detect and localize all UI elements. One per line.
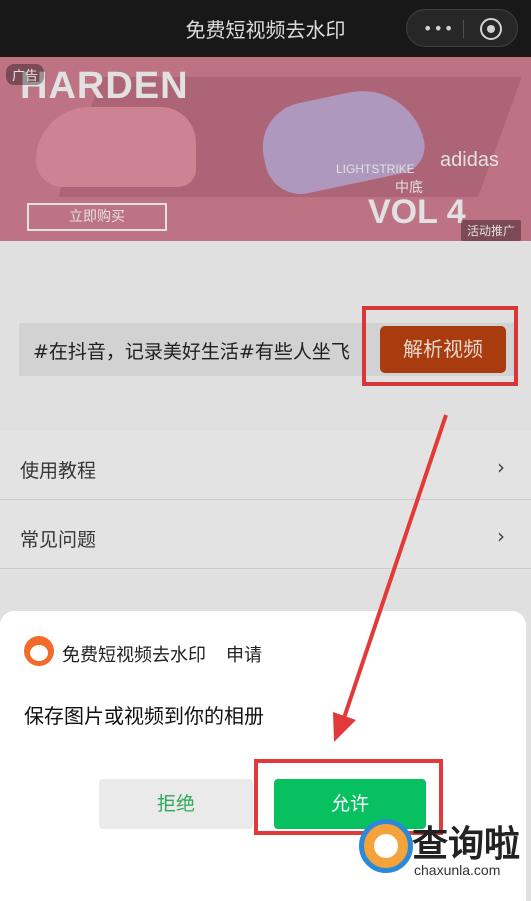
arrow-head bbox=[333, 712, 356, 742]
watermark-logo-icon bbox=[359, 819, 413, 873]
arrow-line bbox=[342, 414, 448, 719]
annotation-arrow bbox=[333, 414, 448, 742]
watermark-text: 查询啦 bbox=[412, 824, 521, 865]
watermark-url: chaxunla.com bbox=[414, 862, 501, 878]
